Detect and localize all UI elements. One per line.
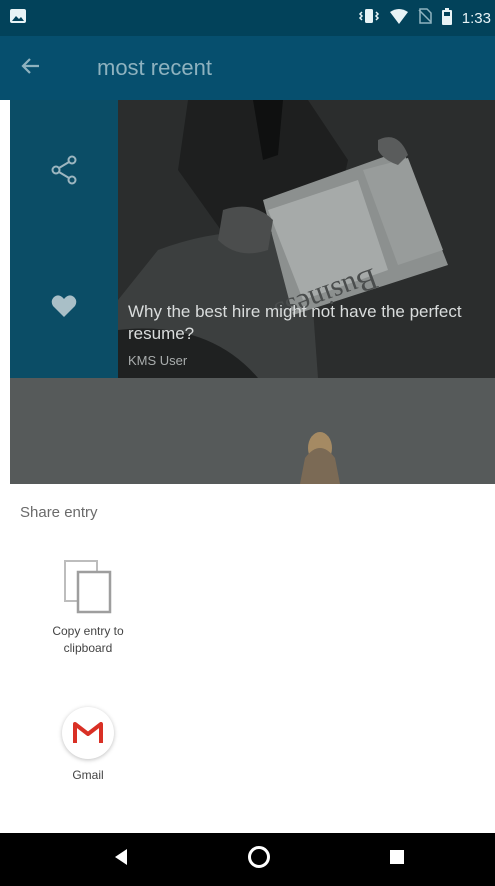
- back-icon: [113, 848, 129, 871]
- favorite-button[interactable]: [10, 278, 118, 338]
- clock-time: 1:33: [461, 9, 491, 27]
- share-button[interactable]: [10, 142, 118, 202]
- nav-recents-button[interactable]: [362, 833, 432, 886]
- copy-to-clipboard-option[interactable]: Copy entry to clipboard: [33, 559, 143, 657]
- gmail-option[interactable]: Gmail: [33, 707, 143, 784]
- no-sim-icon: [418, 8, 432, 28]
- copy-option-label: Copy entry to clipboard: [52, 624, 124, 655]
- wifi-icon: [389, 8, 408, 28]
- share-icon: [51, 155, 77, 190]
- share-sheet-title: Share entry: [20, 504, 98, 521]
- entry-card[interactable]: Business Why the best hire might not hav…: [118, 100, 495, 378]
- share-sheet: Share entry Copy entry to clipboard Gmai…: [0, 484, 495, 833]
- page-title: most recent: [97, 55, 212, 80]
- toolbar: most recent: [0, 36, 495, 100]
- feed-list[interactable]: Business Why the best hire might not hav…: [10, 100, 495, 484]
- image-icon: [10, 8, 26, 28]
- gmail-option-label: Gmail: [72, 768, 104, 782]
- nav-back-button[interactable]: [86, 833, 156, 886]
- entry-title: Why the best hire might not have the per…: [128, 302, 462, 343]
- entry-author: KMS User: [128, 353, 188, 368]
- navigation-bar: [0, 833, 495, 886]
- entry-text: Why the best hire might not have the per…: [128, 301, 485, 368]
- entry-card-second[interactable]: [10, 378, 495, 484]
- nav-home-button[interactable]: [224, 833, 294, 886]
- back-button[interactable]: [0, 36, 62, 100]
- gmail-icon: [62, 707, 114, 759]
- entry-action-rail: [10, 100, 118, 378]
- battery-icon: [441, 7, 452, 29]
- entry-thumbnail-image-second: [10, 378, 495, 484]
- recents-icon: [389, 849, 405, 870]
- arrow-back-icon: [21, 56, 41, 81]
- copy-icon: [60, 559, 116, 615]
- home-icon: [247, 845, 271, 874]
- status-bar: 1:33: [0, 0, 495, 36]
- vibrate-icon: [358, 8, 380, 28]
- heart-icon: [51, 294, 77, 323]
